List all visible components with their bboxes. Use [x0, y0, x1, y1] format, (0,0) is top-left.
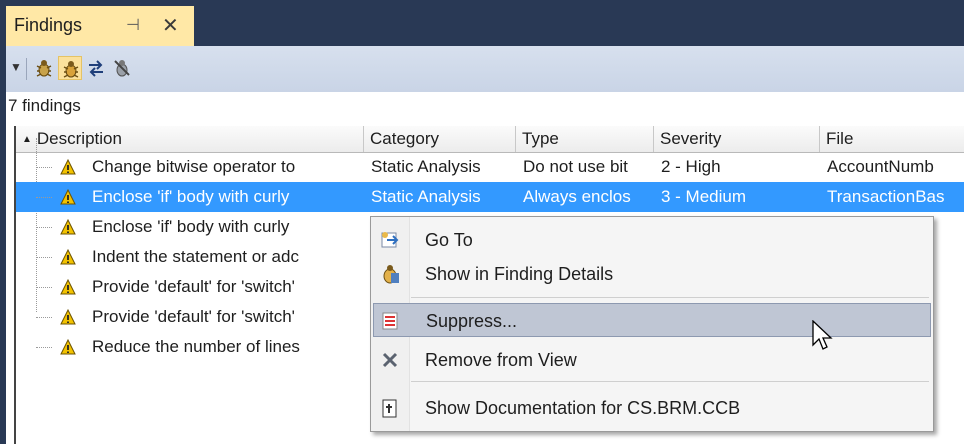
tree-branch	[36, 227, 52, 228]
menu-item-show-in-finding-details[interactable]: Show in Finding Details	[373, 257, 931, 291]
close-icon[interactable]: ✕	[162, 13, 179, 38]
column-header-type[interactable]: Type	[516, 126, 654, 152]
cell-severity: 2 - High	[661, 157, 721, 176]
tree-branch	[36, 167, 52, 168]
bug-disabled-icon[interactable]	[110, 56, 134, 80]
tree-branch	[36, 317, 52, 318]
column-label: Severity	[660, 129, 722, 148]
toolbar-separator	[26, 58, 27, 80]
column-header-category[interactable]: Category	[364, 126, 516, 152]
cell-type: Always enclos	[523, 187, 631, 206]
column-label: Category	[370, 129, 439, 148]
column-label: File	[826, 129, 854, 148]
column-header-file[interactable]: File	[820, 126, 964, 152]
cell-type: Do not use bit	[523, 157, 628, 176]
cell-description: Enclose 'if' body with curly	[92, 187, 290, 206]
tree-branch	[36, 197, 52, 198]
cell-description: Provide 'default' for 'switch'	[92, 277, 295, 296]
toolbar: ▼	[6, 46, 964, 92]
mouse-cursor-icon	[812, 320, 833, 350]
cell-file: TransactionBas	[827, 187, 945, 206]
warning-icon	[60, 219, 76, 235]
menu-item-suppress[interactable]: Suppress...	[373, 303, 931, 337]
warning-icon	[60, 249, 76, 265]
tree-branch	[36, 257, 52, 258]
cell-category: Static Analysis	[371, 157, 481, 176]
cell-category: Static Analysis	[371, 187, 481, 206]
cell-description: Enclose 'if' body with curly	[92, 217, 290, 236]
cell-description: Provide 'default' for 'switch'	[92, 307, 295, 326]
menu-item-label: Show in Finding Details	[425, 264, 614, 284]
warning-icon	[60, 189, 76, 205]
goto-icon	[381, 232, 399, 248]
cell-file: AccountNumb	[827, 157, 934, 176]
context-menu: Go To Show in Finding Details Suppress..…	[370, 216, 934, 432]
table-row[interactable]: Enclose 'if' body with curly Static Analy…	[16, 182, 964, 212]
warning-icon	[60, 159, 76, 175]
bug-icon[interactable]	[32, 56, 56, 80]
swap-icon[interactable]	[84, 56, 108, 80]
cell-severity: 3 - Medium	[661, 187, 747, 206]
menu-separator	[411, 381, 929, 382]
warning-icon	[60, 339, 76, 355]
grid-header: ▲ Description Category Type Severity File	[16, 126, 964, 153]
cell-description: Reduce the number of lines	[92, 337, 300, 356]
finding-details-icon	[383, 265, 399, 284]
findings-tab[interactable]: Findings ⊣ ✕	[6, 6, 194, 46]
menu-separator	[411, 297, 929, 298]
table-row[interactable]: Change bitwise operator to Static Analysi…	[16, 152, 964, 182]
column-header-severity[interactable]: Severity	[654, 126, 820, 152]
remove-icon	[382, 352, 398, 368]
documentation-icon	[382, 399, 397, 418]
column-label: Description	[36, 129, 122, 148]
menu-item-label: Suppress...	[426, 311, 518, 331]
tab-title: Findings	[14, 15, 83, 35]
warning-icon	[60, 279, 76, 295]
menu-item-show-documentation[interactable]: Show Documentation for CS.BRM.CCB	[373, 391, 931, 425]
column-header-description[interactable]: ▲ Description	[16, 126, 364, 152]
bug-active-icon[interactable]	[58, 56, 82, 80]
menu-item-remove-from-view[interactable]: Remove from View	[373, 343, 931, 377]
tree-branch	[36, 347, 52, 348]
menu-item-go-to[interactable]: Go To	[373, 223, 931, 257]
tree-branch	[36, 287, 52, 288]
menu-item-label: Go To	[425, 230, 473, 250]
dropdown-arrow-icon[interactable]: ▼	[10, 60, 22, 74]
column-label: Type	[522, 129, 559, 148]
suppress-icon	[382, 312, 398, 330]
menu-item-label: Remove from View	[425, 350, 577, 370]
sort-ascending-icon: ▲	[22, 134, 32, 145]
findings-count: 7 findings	[8, 96, 81, 115]
warning-icon	[60, 309, 76, 325]
cell-description: Indent the statement or adc	[92, 247, 299, 266]
cell-description: Change bitwise operator to	[92, 157, 296, 176]
pin-icon[interactable]: ⊣	[126, 15, 140, 35]
menu-item-label: Show Documentation for CS.BRM.CCB	[425, 398, 741, 418]
